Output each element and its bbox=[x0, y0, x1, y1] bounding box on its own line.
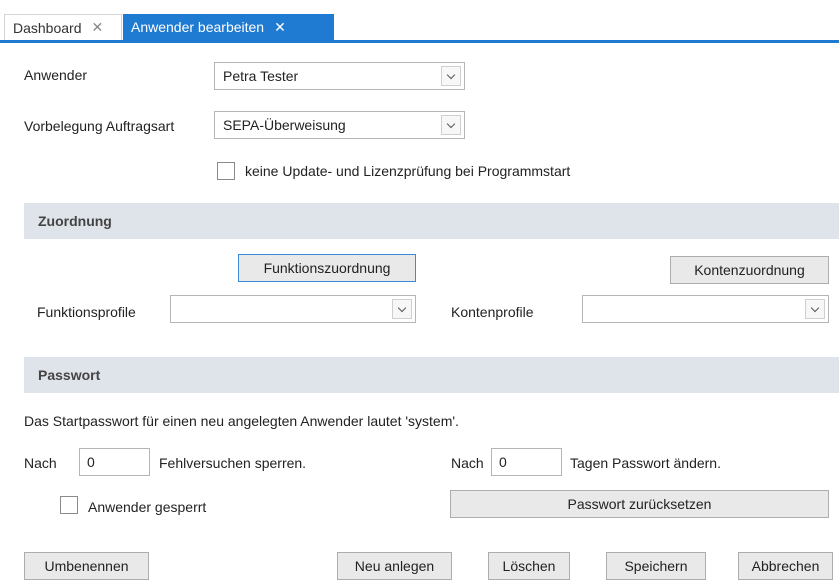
anwender-gesperrt-checkbox[interactable] bbox=[60, 496, 78, 514]
fehlversuche-suffix-label: Fehlversuchen sperren. bbox=[159, 455, 307, 471]
tab-dashboard-label: Dashboard bbox=[13, 19, 82, 36]
anwender-select-value: Petra Tester bbox=[223, 68, 299, 84]
funktionsprofile-select[interactable] bbox=[170, 295, 416, 323]
auftragsart-select[interactable]: SEPA-Überweisung bbox=[214, 111, 465, 139]
kontenprofile-label: Kontenprofile bbox=[451, 304, 534, 320]
tab-anwender-bearbeiten[interactable]: Anwender bearbeiten ✕ bbox=[123, 14, 334, 40]
nach-label-fehlversuche: Nach bbox=[24, 455, 57, 471]
tab-bar-underline bbox=[0, 40, 839, 43]
chevron-down-icon[interactable] bbox=[441, 115, 461, 135]
fehlversuche-input[interactable]: 0 bbox=[79, 448, 150, 476]
chevron-down-icon[interactable] bbox=[805, 299, 825, 319]
funktionszuordnung-button[interactable]: Funktionszuordnung bbox=[238, 254, 416, 282]
no-update-check-label: keine Update- und Lizenzprüfung bei Prog… bbox=[245, 163, 571, 179]
section-title-zuordnung: Zuordnung bbox=[38, 213, 112, 229]
fehlversuche-input-value: 0 bbox=[87, 454, 95, 470]
tage-suffix-label: Tagen Passwort ändern. bbox=[570, 455, 721, 471]
kontenzuordnung-button[interactable]: Kontenzuordnung bbox=[670, 256, 829, 284]
speichern-button[interactable]: Speichern bbox=[606, 552, 706, 580]
nach-label-tage: Nach bbox=[451, 455, 484, 471]
tab-anwender-bearbeiten-label: Anwender bearbeiten bbox=[131, 19, 265, 35]
anwender-select[interactable]: Petra Tester bbox=[214, 62, 465, 90]
chevron-down-icon[interactable] bbox=[441, 66, 461, 86]
section-header-zuordnung: Zuordnung bbox=[24, 203, 839, 239]
tage-input[interactable]: 0 bbox=[491, 448, 562, 476]
anwender-gesperrt-label: Anwender gesperrt bbox=[88, 499, 207, 515]
abbrechen-button[interactable]: Abbrechen bbox=[738, 552, 833, 580]
kontenprofile-select[interactable] bbox=[582, 295, 829, 323]
section-header-passwort: Passwort bbox=[24, 357, 839, 393]
tage-input-value: 0 bbox=[499, 454, 507, 470]
close-icon[interactable]: ✕ bbox=[92, 19, 104, 36]
tab-bar: Dashboard ✕ Anwender bearbeiten ✕ bbox=[0, 0, 839, 43]
funktionsprofile-label: Funktionsprofile bbox=[37, 304, 136, 320]
close-icon[interactable]: ✕ bbox=[274, 19, 286, 36]
loeschen-button[interactable]: Löschen bbox=[488, 552, 570, 580]
tab-dashboard[interactable]: Dashboard ✕ bbox=[4, 14, 122, 40]
anwender-label: Anwender bbox=[24, 67, 88, 83]
chevron-down-icon[interactable] bbox=[392, 299, 412, 319]
umbenennen-button[interactable]: Umbenennen bbox=[24, 552, 149, 580]
section-title-passwort: Passwort bbox=[38, 367, 101, 383]
auftragsart-label: Vorbelegung Auftragsart bbox=[24, 118, 175, 134]
auftragsart-select-value: SEPA-Überweisung bbox=[223, 117, 346, 133]
no-update-check-checkbox[interactable] bbox=[217, 162, 235, 180]
neu-anlegen-button[interactable]: Neu anlegen bbox=[337, 552, 452, 580]
passwort-zuruecksetzen-button[interactable]: Passwort zurücksetzen bbox=[450, 490, 829, 518]
passwort-info-text: Das Startpasswort für einen neu angelegt… bbox=[24, 413, 459, 429]
